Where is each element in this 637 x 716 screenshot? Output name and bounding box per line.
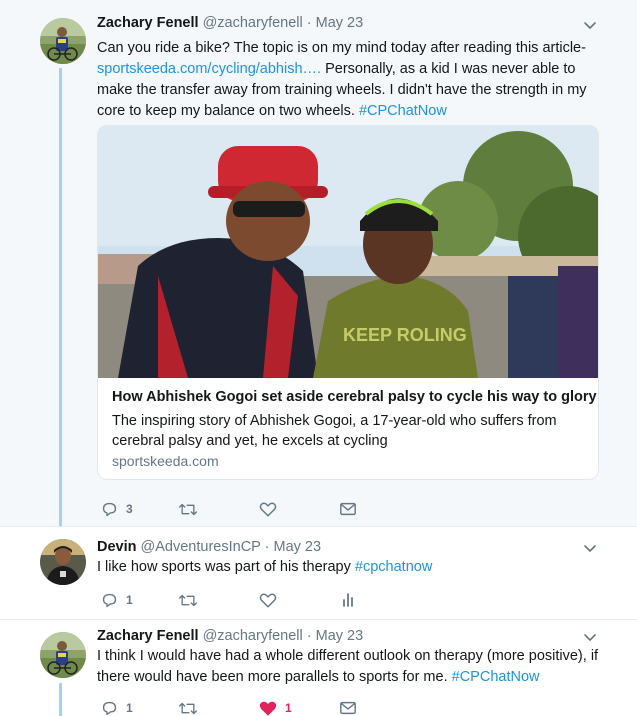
like-button[interactable] bbox=[259, 590, 285, 610]
chevron-down-icon[interactable] bbox=[583, 633, 597, 643]
tweet-header: Zachary Fenell @zacharyfenell · May 23 bbox=[97, 628, 363, 644]
tweet-actions: 1 1 bbox=[97, 698, 597, 716]
heart-icon-filled bbox=[259, 701, 277, 715]
heart-icon bbox=[259, 593, 277, 608]
tweet-text-start: Can you ride a bike? The topic is on my … bbox=[97, 40, 586, 56]
hashtag-link[interactable]: #CPChatNow bbox=[359, 103, 447, 119]
reply-button[interactable]: 1 bbox=[101, 590, 133, 610]
thread-connector-line bbox=[59, 683, 62, 716]
like-button[interactable]: 1 bbox=[259, 698, 292, 716]
separator: · bbox=[264, 539, 270, 555]
reply-button[interactable]: 1 bbox=[101, 698, 133, 716]
tweet-2[interactable]: Devin @AdventuresInCP · May 23 I like ho… bbox=[0, 526, 637, 619]
tweet-actions: 1 bbox=[97, 590, 597, 610]
envelope-icon bbox=[340, 701, 356, 715]
chevron-down-icon[interactable] bbox=[583, 21, 597, 31]
author-handle[interactable]: @zacharyfenell bbox=[203, 15, 303, 31]
reply-count: 1 bbox=[126, 701, 133, 715]
author-handle[interactable]: @zacharyfenell bbox=[203, 628, 303, 644]
article-link[interactable]: sportskeeda.com/cycling/abhish…. bbox=[97, 61, 321, 77]
hashtag-link[interactable]: #CPChatNow bbox=[452, 669, 540, 685]
author-name[interactable]: Zachary Fenell bbox=[97, 628, 199, 644]
tweet-actions: 3 bbox=[97, 499, 597, 519]
author-handle[interactable]: @AdventuresInCP bbox=[141, 539, 261, 555]
like-count: 1 bbox=[285, 701, 292, 715]
tweet-date[interactable]: May 23 bbox=[316, 628, 364, 644]
retweet-button[interactable] bbox=[178, 590, 206, 610]
tweet-header: Devin @AdventuresInCP · May 23 bbox=[97, 539, 321, 555]
retweet-icon bbox=[179, 702, 197, 714]
heart-icon bbox=[259, 502, 277, 517]
tweet-1[interactable]: Zachary Fenell @zacharyfenell · May 23 C… bbox=[0, 0, 637, 526]
tweet-text: I think I would have had a whole differe… bbox=[97, 646, 612, 688]
analytics-icon bbox=[343, 593, 353, 607]
tweet-text-start: I like how sports was part of his therap… bbox=[97, 559, 355, 575]
card-description: The inspiring story of Abhishek Gogoi, a… bbox=[112, 413, 557, 449]
retweet-icon bbox=[179, 503, 197, 515]
link-preview-card[interactable]: KEEP ROLING How Abhishek Gogoi set aside… bbox=[97, 125, 599, 480]
card-title[interactable]: How Abhishek Gogoi set aside cerebral pa… bbox=[112, 389, 597, 405]
tweet-text: I like how sports was part of his therap… bbox=[97, 557, 612, 578]
separator: · bbox=[306, 628, 312, 644]
retweet-icon bbox=[179, 594, 197, 606]
tweet-date[interactable]: May 23 bbox=[316, 15, 364, 31]
card-domain: sportskeeda.com bbox=[112, 453, 219, 469]
avatar-zachary-fenell[interactable] bbox=[40, 632, 86, 678]
direct-message-button[interactable] bbox=[339, 499, 357, 519]
reply-button[interactable]: 3 bbox=[101, 499, 133, 519]
reply-icon bbox=[102, 502, 117, 516]
reply-icon bbox=[102, 701, 117, 715]
shirt-text: KEEP ROLING bbox=[343, 325, 467, 345]
retweet-button[interactable] bbox=[178, 698, 206, 716]
tweet-date[interactable]: May 23 bbox=[273, 539, 321, 555]
hashtag-link[interactable]: #cpchatnow bbox=[355, 559, 432, 575]
like-button[interactable] bbox=[259, 499, 285, 519]
analytics-button[interactable] bbox=[341, 590, 355, 610]
card-image: KEEP ROLING bbox=[98, 126, 598, 378]
separator: · bbox=[306, 15, 312, 31]
reply-count: 1 bbox=[126, 593, 133, 607]
reply-count: 3 bbox=[126, 502, 133, 516]
tweet-3[interactable]: Zachary Fenell @zacharyfenell · May 23 I… bbox=[0, 619, 637, 716]
direct-message-button[interactable] bbox=[339, 698, 357, 716]
avatar-devin[interactable] bbox=[40, 539, 86, 585]
tweet-text: Can you ride a bike? The topic is on my … bbox=[97, 38, 612, 122]
chevron-down-icon[interactable] bbox=[583, 544, 597, 554]
tweet-header: Zachary Fenell @zacharyfenell · May 23 bbox=[97, 15, 363, 31]
author-name[interactable]: Zachary Fenell bbox=[97, 15, 199, 31]
author-name[interactable]: Devin bbox=[97, 539, 137, 555]
envelope-icon bbox=[340, 502, 356, 516]
thread-connector-line bbox=[59, 68, 62, 526]
reply-icon bbox=[102, 593, 117, 607]
retweet-button[interactable] bbox=[178, 499, 206, 519]
avatar-zachary-fenell[interactable] bbox=[40, 18, 86, 64]
